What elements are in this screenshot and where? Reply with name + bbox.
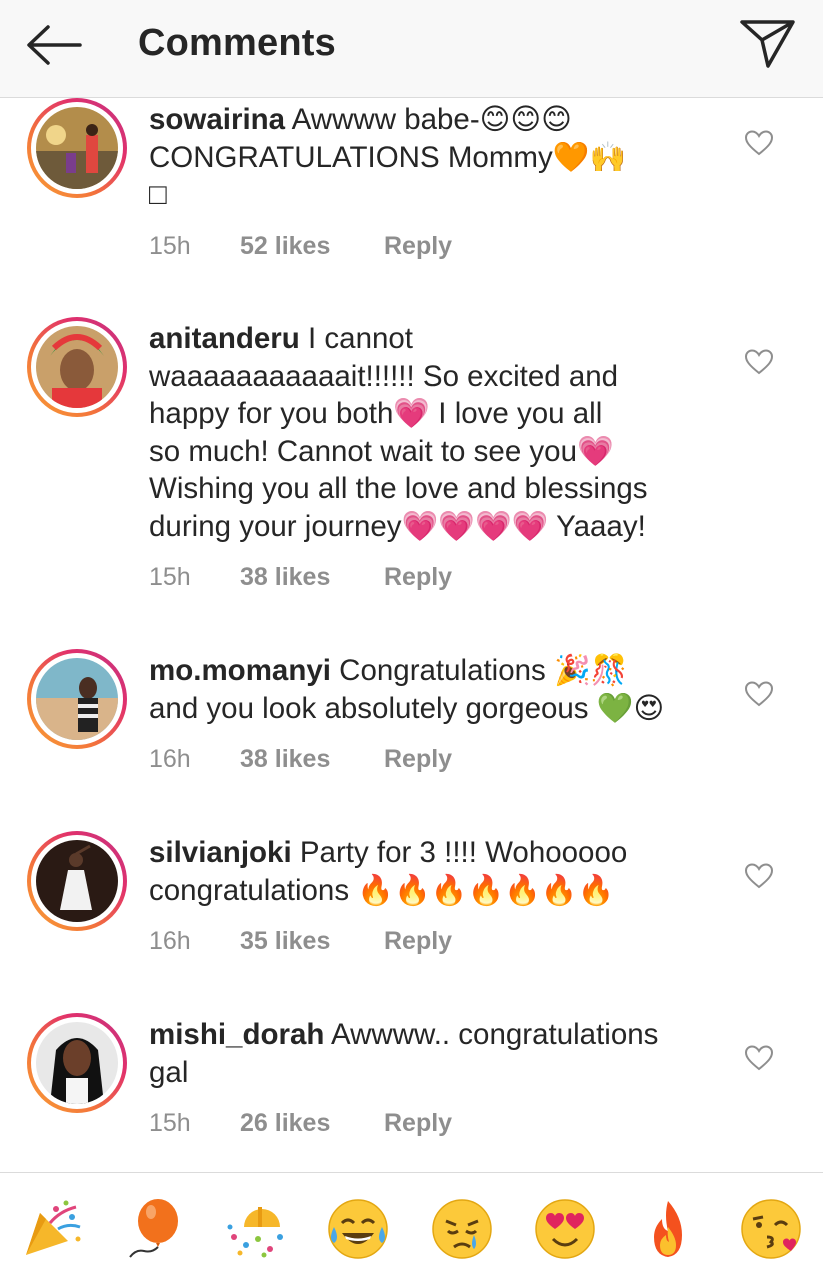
- heart-icon: [744, 863, 774, 889]
- comment-text: mishi_dorah Awwww.. congratulations gal: [149, 1016, 719, 1091]
- reply-button[interactable]: Reply: [384, 230, 452, 262]
- comment-body-line: Awwww.. congratulations: [330, 1018, 659, 1051]
- comment-time: 15h: [149, 232, 191, 260]
- comment-time: 15h: [149, 563, 191, 591]
- comment-body-line: I cannot: [308, 322, 413, 355]
- comment-body-line: CONGRATULATIONS Mommy🧡🙌: [149, 140, 627, 174]
- comment-text: mo.momanyi Congratulations 🎉🎊 and you lo…: [149, 652, 719, 727]
- comment-time: 16h: [149, 745, 191, 773]
- comment-text: sowairina Awwww babe-😊😊😊 CONGRATULATIONS…: [149, 101, 719, 214]
- comment-time: 16h: [149, 927, 191, 955]
- comment-body-line: Party for 3 !!!! Wohooooo: [299, 836, 628, 869]
- back-button[interactable]: [22, 22, 84, 68]
- avatar[interactable]: [27, 649, 127, 749]
- party-popper-emoji-button[interactable]: [20, 1197, 84, 1261]
- top-bar: Comments: [0, 0, 823, 98]
- confetti-ball-icon: [227, 1207, 283, 1258]
- heart-icon: [744, 681, 774, 707]
- kissing-face-emoji-button[interactable]: [739, 1197, 803, 1261]
- comment-body-line: happy for you both💗 I love you all: [149, 397, 603, 430]
- comment-time: 15h: [149, 1109, 191, 1137]
- heart-eyes-icon: [535, 1199, 595, 1259]
- comment-body-line: Wishing you all the love and blessings: [149, 472, 648, 505]
- page-title: Comments: [138, 22, 336, 64]
- like-button[interactable]: [744, 862, 774, 890]
- comment-likes[interactable]: 26 likes: [240, 1107, 330, 1139]
- comment-username[interactable]: sowairina: [149, 103, 285, 136]
- like-button[interactable]: [744, 1044, 774, 1072]
- comment-body-line: during your journey💗💗💗💗 Yaaay!: [149, 509, 646, 543]
- crying-face-emoji-button[interactable]: [430, 1197, 494, 1261]
- comment-likes[interactable]: 38 likes: [240, 743, 330, 775]
- arrow-left-icon: [27, 25, 82, 65]
- comment-username[interactable]: anitanderu: [149, 322, 300, 355]
- comment-username[interactable]: mishi_dorah: [149, 1018, 324, 1051]
- emoji-quick-bar: [0, 1172, 823, 1280]
- comment-body-line: Awwww babe-😊😊😊: [291, 103, 572, 136]
- tears-of-joy-icon: [328, 1199, 388, 1259]
- comment-body-line: congratulations 🔥🔥🔥🔥🔥🔥🔥: [149, 873, 615, 907]
- confetti-ball-emoji-button[interactable]: [224, 1197, 288, 1261]
- comment-username[interactable]: mo.momanyi: [149, 654, 331, 687]
- like-button[interactable]: [744, 348, 774, 376]
- heart-eyes-emoji-button[interactable]: [533, 1197, 597, 1261]
- kissing-face-icon: [741, 1199, 801, 1259]
- comment-text: anitanderu I cannot waaaaaaaaaaait!!!!!!…: [149, 320, 719, 545]
- comment-likes[interactable]: 52 likes: [240, 230, 330, 262]
- balloon-emoji-button[interactable]: [122, 1197, 186, 1261]
- share-button[interactable]: [738, 16, 798, 72]
- like-button[interactable]: [744, 129, 774, 157]
- avatar[interactable]: [27, 831, 127, 931]
- comment-likes[interactable]: 35 likes: [240, 925, 330, 957]
- heart-icon: [744, 130, 774, 156]
- comment-body-line: waaaaaaaaaaait!!!!!! So excited and: [149, 359, 619, 393]
- avatar[interactable]: [27, 1013, 127, 1113]
- balloon-icon: [129, 1199, 178, 1258]
- comment-username[interactable]: silvianjoki: [149, 836, 292, 869]
- paper-plane-icon: [740, 20, 795, 68]
- comment-body-line: so much! Cannot wait to see you💗: [149, 434, 614, 468]
- comment-body-line: gal: [149, 1055, 189, 1089]
- comment-body-line: and you look absolutely gorgeous 💚😍: [149, 691, 665, 725]
- comments-list: sowairina Awwww babe-😊😊😊 CONGRATULATIONS…: [0, 98, 823, 1172]
- comment-text: silvianjoki Party for 3 !!!! Wohooooo co…: [149, 834, 719, 909]
- reply-button[interactable]: Reply: [384, 561, 452, 593]
- heart-icon: [744, 1045, 774, 1071]
- heart-icon: [744, 349, 774, 375]
- reply-button[interactable]: Reply: [384, 925, 452, 957]
- reply-button[interactable]: Reply: [384, 1107, 452, 1139]
- party-popper-icon: [26, 1200, 81, 1255]
- crying-face-icon: [432, 1199, 492, 1259]
- comment-body-line: Congratulations 🎉🎊: [339, 654, 628, 687]
- fire-icon: [654, 1201, 682, 1257]
- reply-button[interactable]: Reply: [384, 743, 452, 775]
- avatar[interactable]: [27, 317, 127, 417]
- like-button[interactable]: [744, 680, 774, 708]
- comment-likes[interactable]: 38 likes: [240, 561, 330, 593]
- fire-emoji-button[interactable]: [636, 1197, 700, 1261]
- comment-body-line: □: [149, 178, 167, 211]
- avatar[interactable]: [27, 98, 127, 198]
- tears-of-joy-emoji-button[interactable]: [326, 1197, 390, 1261]
